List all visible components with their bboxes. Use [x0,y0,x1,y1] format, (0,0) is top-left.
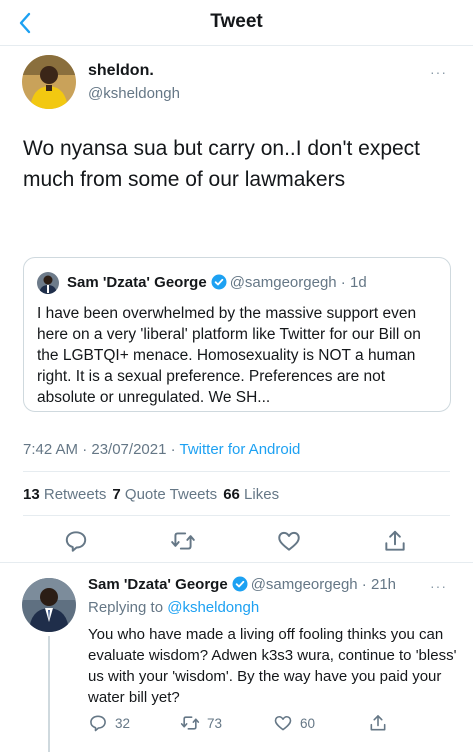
quote-tweets-label[interactable]: Quote Tweets [125,486,217,503]
share-icon[interactable] [368,713,388,733]
quoted-header: Sam 'Dzata' George @samgeorgegh · 1d [67,274,367,291]
page-title: Tweet [210,11,263,32]
tweet-meta: 7:42 AM · 23/07/2021 · Twitter for Andro… [23,441,300,458]
reply-author-handle[interactable]: @samgeorgegh · 21h [251,576,396,593]
quote-tweets-count[interactable]: 7 [112,486,120,503]
retweet-count: 73 [207,715,223,731]
retweets-label[interactable]: Retweets [44,486,107,503]
top-bar: Tweet [0,0,473,46]
divider [23,515,450,516]
divider [0,562,473,563]
share-icon[interactable] [382,528,408,554]
retweet-icon[interactable] [180,713,200,733]
author-handle[interactable]: @ksheldongh [88,85,180,102]
verified-badge-icon [232,576,248,592]
quoted-author-name: Sam 'Dzata' George [67,274,207,291]
tweet-text: Wo nyansa sua but carry on..I don't expe… [23,137,421,191]
tweet-stats: 13 Retweets 7 Quote Tweets 66 Likes [23,486,279,503]
quoted-tweet[interactable]: Sam 'Dzata' George @samgeorgegh · 1d I h… [23,257,451,412]
source-link[interactable]: Twitter for Android [180,441,301,458]
retweet-icon[interactable] [170,528,196,554]
quoted-avatar [37,272,59,294]
like-heart-icon[interactable] [273,713,293,733]
replying-prefix: Replying to [88,599,168,616]
tweet-action-bar [23,522,451,560]
like-count: 60 [300,715,316,731]
more-icon[interactable]: ··· [430,64,447,80]
avatar[interactable] [22,578,76,632]
thread-line [48,636,50,752]
reply-reply-action[interactable]: 32 [88,712,130,734]
reply-like-action[interactable]: 60 [273,712,315,734]
reply-share-action[interactable] [368,712,395,734]
likes-count[interactable]: 66 [223,486,240,503]
reply-count: 32 [115,715,131,731]
reply-action-bar: 32 73 60 [88,712,428,736]
verified-badge-icon [211,274,227,290]
reply-text: You who have made a living off fooling t… [88,626,457,706]
like-heart-icon[interactable] [276,528,302,554]
reply-icon[interactable] [63,528,89,554]
more-icon[interactable]: ··· [430,578,447,594]
likes-label[interactable]: Likes [244,486,279,503]
timestamp: 7:42 AM · 23/07/2021 · [23,441,180,458]
author-name[interactable]: sheldon. [88,62,154,80]
replying-to: Replying to @ksheldongh [88,599,259,616]
quoted-author-handle: @samgeorgegh · 1d [229,274,367,291]
divider [23,471,450,472]
reply-tweet[interactable]: Sam 'Dzata' George @samgeorgegh · 21h ··… [0,566,473,752]
replying-to-mention[interactable]: @ksheldongh [167,599,259,616]
reply-icon[interactable] [88,713,108,733]
reply-author-name[interactable]: Sam 'Dzata' George [88,576,228,593]
reply-header: Sam 'Dzata' George @samgeorgegh · 21h [88,576,396,593]
reply-retweet-action[interactable]: 73 [180,712,222,734]
retweets-count[interactable]: 13 [23,486,40,503]
avatar[interactable] [22,55,76,109]
quoted-text: I have been overwhelmed by the massive s… [37,305,421,406]
